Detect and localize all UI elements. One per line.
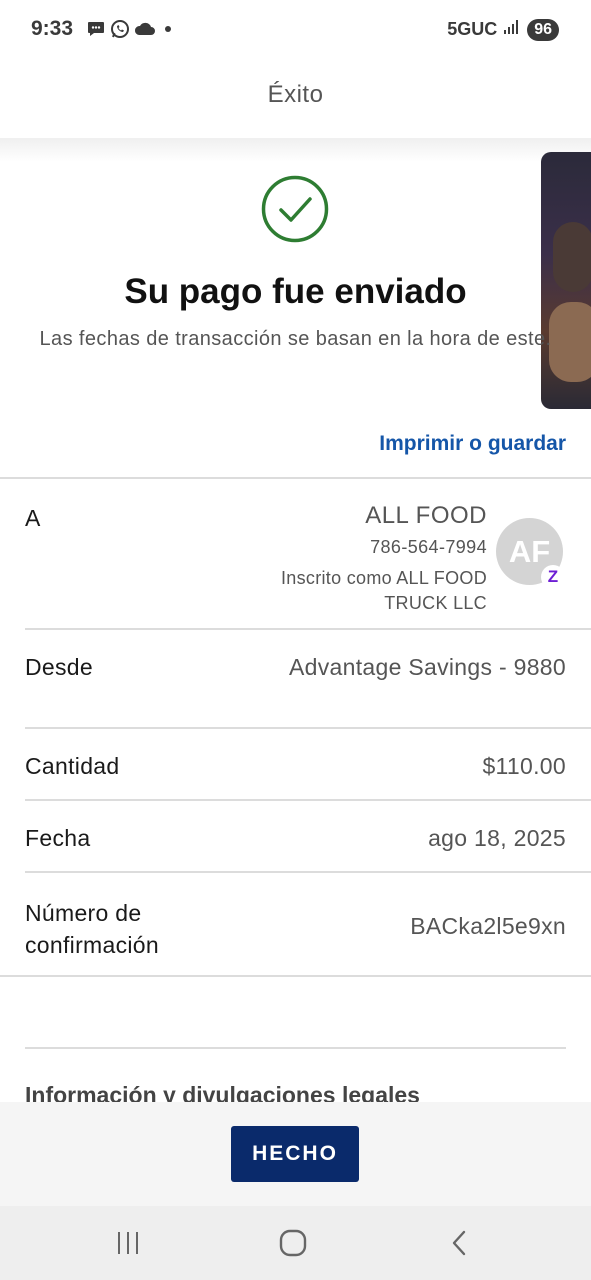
date-label: Fecha (25, 825, 91, 851)
whatsapp-icon (110, 19, 130, 39)
check-circle-icon (261, 175, 329, 243)
app-header: Éxito (0, 60, 591, 138)
notification-icons (86, 19, 178, 39)
avatar-initials: AF (508, 533, 551, 569)
battery-indicator: 96 (527, 18, 559, 41)
print-or-save-link[interactable]: Imprimir o guardar (379, 432, 566, 456)
divider (25, 628, 591, 630)
recipient-enrolled: Inscrito como ALL FOOD TRUCK LLC (281, 568, 487, 613)
action-bar: HECHO (0, 1102, 591, 1206)
network-label: 5GUC (447, 19, 498, 39)
to-label: A (25, 505, 41, 531)
message-icon (86, 19, 106, 39)
dot-icon (158, 19, 178, 39)
date-value: ago 18, 2025 (428, 825, 566, 851)
success-subtitle: Las fechas de transacción se basan en la… (39, 328, 552, 350)
divider (0, 477, 591, 479)
system-nav-bar (0, 1206, 591, 1280)
divider (25, 1047, 566, 1049)
status-right: 5GUC 96 (447, 18, 559, 41)
done-button[interactable]: HECHO (231, 1126, 359, 1182)
recipient-phone: 786-564-7994 (370, 537, 487, 557)
confirmation-value: BACka2l5e9xn (410, 913, 566, 939)
page-title: Éxito (267, 81, 324, 108)
divider (25, 727, 591, 729)
recipient-name: ALL FOOD (365, 502, 487, 529)
recipient-info: ALL FOOD 786-564-7994 Inscrito como ALL … (267, 502, 487, 616)
amount-value: $110.00 (482, 753, 566, 779)
cloud-icon (134, 19, 155, 39)
status-bar: 9:33 5GUC 96 (0, 0, 591, 60)
confirmation-label: Número de confirmación (25, 900, 159, 958)
from-value: Advantage Savings - 9880 (288, 654, 566, 680)
divider (25, 871, 591, 873)
back-icon[interactable] (440, 1226, 480, 1260)
amount-label: Cantidad (25, 753, 120, 779)
divider (0, 975, 591, 977)
status-time: 9:33 (31, 17, 74, 40)
zelle-badge-label: Z (547, 567, 559, 586)
zelle-icon: Z (541, 565, 565, 589)
header-shadow (0, 138, 591, 162)
recent-apps-icon[interactable] (108, 1226, 148, 1260)
home-icon[interactable] (273, 1226, 313, 1260)
success-title: Su pago fue enviado (124, 272, 467, 311)
divider (25, 799, 591, 801)
signal-icon (503, 18, 521, 41)
from-label: Desde (25, 654, 93, 680)
